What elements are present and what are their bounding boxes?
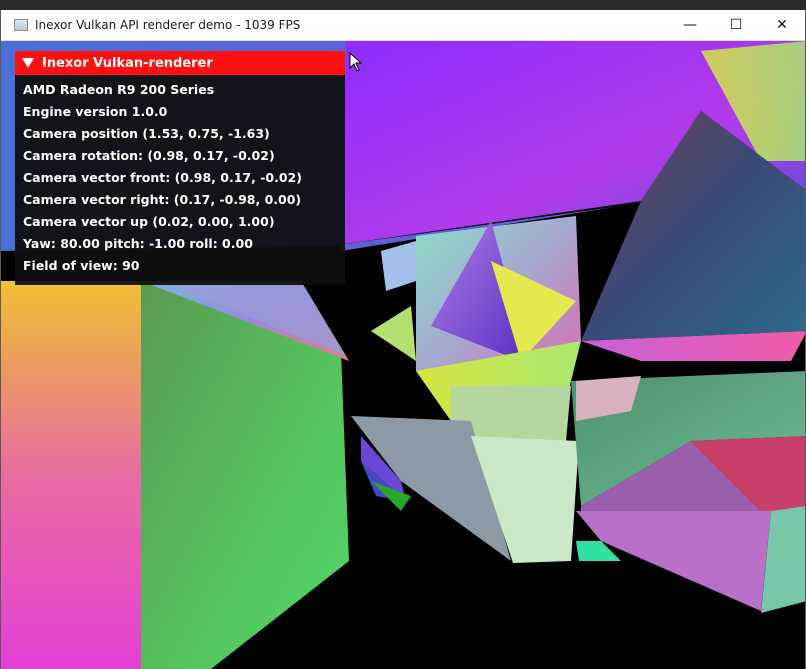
camera-right-text: Camera vector right: (0.17, -0.98, 0.00) — [23, 192, 302, 207]
gpu-name-text: AMD Radeon R9 200 Series — [23, 82, 215, 97]
engine-version-text: Engine version 1.0.0 — [23, 104, 168, 119]
minimize-button[interactable]: — — [667, 10, 713, 40]
debug-overlay-panel: Inexor Vulkan-renderer AMD Radeon R9 200… — [15, 51, 345, 285]
field-of-view-text: Field of view: 90 — [23, 258, 140, 273]
camera-up-text: Camera vector up (0.02, 0.00, 1.00) — [23, 214, 275, 229]
polygon-mesh — [1, 281, 141, 669]
mouse-cursor-icon — [349, 52, 363, 72]
camera-front-text: Camera vector front: (0.98, 0.17, -0.02) — [23, 170, 302, 185]
info-list: AMD Radeon R9 200 Series Engine version … — [15, 75, 345, 277]
camera-position-text: Camera position (1.53, 0.75, -1.63) — [23, 126, 270, 141]
app-window-icon — [14, 19, 28, 31]
polygon-mesh — [381, 241, 416, 291]
camera-rotation-text: Camera rotation: (0.98, 0.17, -0.02) — [23, 148, 275, 163]
app-window: Inexor Vulkan API renderer demo - 1039 F… — [0, 10, 806, 669]
caption-buttons: — ☐ ✕ — [667, 10, 805, 40]
title-bar[interactable]: Inexor Vulkan API renderer demo - 1039 F… — [1, 10, 805, 41]
collapse-triangle-icon[interactable] — [22, 58, 34, 68]
window-title: Inexor Vulkan API renderer demo - 1039 F… — [35, 18, 301, 32]
close-button[interactable]: ✕ — [759, 10, 805, 40]
polygon-mesh — [371, 306, 416, 361]
overlay-header[interactable]: Inexor Vulkan-renderer — [15, 51, 345, 75]
overlay-title: Inexor Vulkan-renderer — [42, 55, 213, 71]
yaw-pitch-roll-text: Yaw: 80.00 pitch: -1.00 roll: 0.00 — [23, 236, 253, 251]
maximize-button[interactable]: ☐ — [713, 10, 759, 40]
